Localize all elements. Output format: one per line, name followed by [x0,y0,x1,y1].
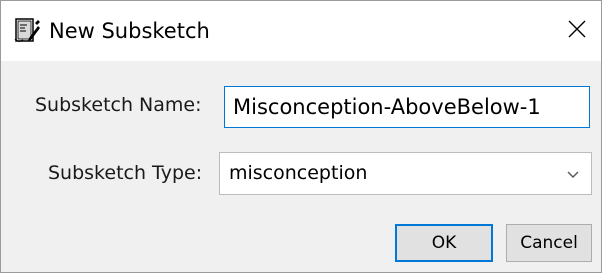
chevron-down-icon [565,166,581,182]
app-icon [13,17,41,45]
new-subsketch-dialog: New Subsketch Subsketch Name: Subsketch … [0,0,602,273]
subsketch-name-label: Subsketch Name: [35,94,202,116]
ok-button[interactable]: OK [395,224,493,262]
close-button[interactable] [557,11,597,51]
close-icon [567,19,587,43]
cancel-button[interactable]: Cancel [506,224,592,262]
subsketch-type-dropdown[interactable]: misconception [219,152,592,195]
subsketch-type-value: misconception [229,162,368,184]
subsketch-name-input[interactable] [224,86,590,128]
title-bar[interactable]: New Subsketch [1,1,601,61]
dialog-title: New Subsketch [49,19,210,43]
subsketch-type-label: Subsketch Type: [48,162,203,184]
dialog-body: Subsketch Name: Subsketch Type: misconce… [1,61,601,272]
